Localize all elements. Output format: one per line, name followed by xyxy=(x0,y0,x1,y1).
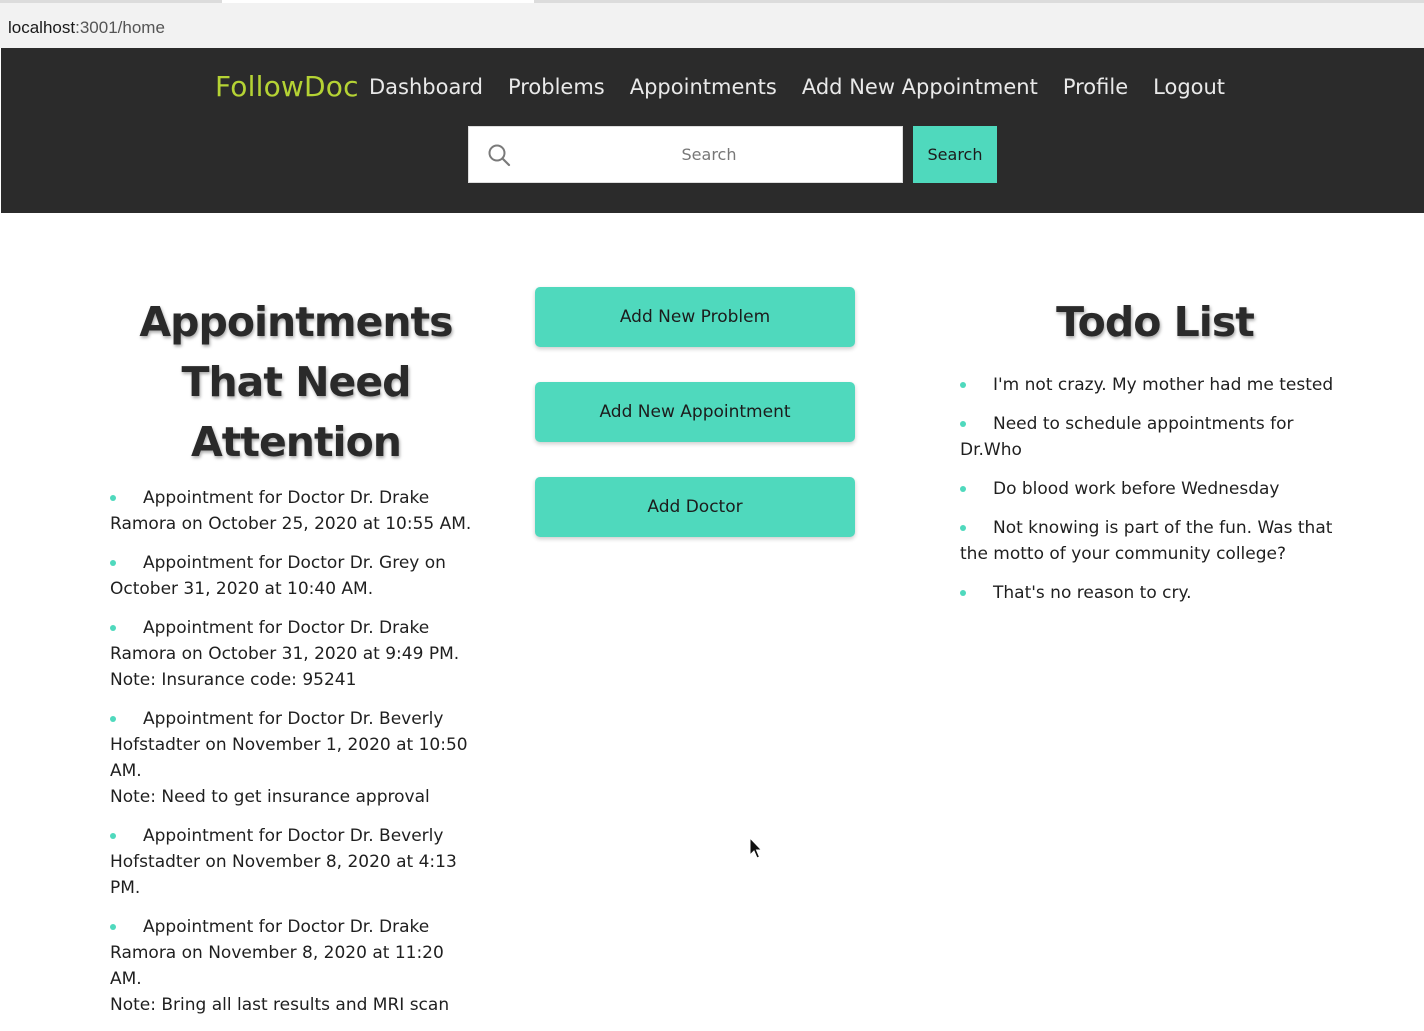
search-input[interactable] xyxy=(519,127,899,182)
todo-text: Not knowing is part of the fun. Was that… xyxy=(960,518,1333,564)
add-new-appointment-button[interactable]: Add New Appointment xyxy=(535,382,855,442)
attention-item: Appointment for Doctor Dr. Drake Ramora … xyxy=(110,485,480,537)
nav-link-add-new-appointment[interactable]: Add New Appointment xyxy=(802,75,1038,99)
attention-title: Appointments That Need Attention xyxy=(139,298,453,466)
url-text[interactable]: localhost:3001/home xyxy=(8,18,165,38)
todo-item: That's no reason to cry. xyxy=(960,580,1350,606)
appointment-text: Appointment for Doctor Dr. Drake Ramora … xyxy=(110,917,444,989)
todo-list: I'm not crazy. My mother had me tested N… xyxy=(960,372,1350,619)
attention-item: Appointment for Doctor Dr. Beverly Hofst… xyxy=(110,706,480,810)
search-box xyxy=(468,126,903,183)
nav-links: Dashboard Problems Appointments Add New … xyxy=(369,75,1250,99)
search-icon xyxy=(487,143,511,167)
bullet-dot xyxy=(110,833,116,839)
bullet-dot xyxy=(960,382,966,388)
nav-link-problems[interactable]: Problems xyxy=(508,75,605,99)
bullet-dot xyxy=(110,495,116,501)
search-button[interactable]: Search xyxy=(913,126,997,183)
url-path: :3001/home xyxy=(75,18,165,37)
nav-link-appointments[interactable]: Appointments xyxy=(630,75,777,99)
mouse-cursor-icon xyxy=(749,836,763,861)
attention-list: Appointment for Doctor Dr. Drake Ramora … xyxy=(110,485,480,1031)
bullet-dot xyxy=(110,560,116,566)
attention-item: Appointment for Doctor Dr. Beverly Hofst… xyxy=(110,823,480,901)
add-doctor-button[interactable]: Add Doctor xyxy=(535,477,855,537)
appointment-text: Appointment for Doctor Dr. Grey on Octob… xyxy=(110,553,446,599)
appointment-text: Appointment for Doctor Dr. Drake Ramora … xyxy=(110,488,472,534)
attention-item: Appointment for Doctor Dr. Drake Ramora … xyxy=(110,615,480,693)
appointment-note: Note: Need to get insurance approval xyxy=(110,787,430,807)
bullet-dot xyxy=(960,486,966,492)
add-new-problem-button[interactable]: Add New Problem xyxy=(535,287,855,347)
bullet-dot xyxy=(110,924,116,930)
nav-link-logout[interactable]: Logout xyxy=(1153,75,1225,99)
bullet-dot xyxy=(110,625,116,631)
appointment-note: Note: Insurance code: 95241 xyxy=(110,670,357,690)
appointment-text: Appointment for Doctor Dr. Drake Ramora … xyxy=(110,618,460,664)
bullet-dot xyxy=(960,421,966,427)
nav-link-dashboard[interactable]: Dashboard xyxy=(369,75,483,99)
appointment-text: Appointment for Doctor Dr. Beverly Hofst… xyxy=(110,826,457,898)
attention-item: Appointment for Doctor Dr. Grey on Octob… xyxy=(110,550,480,602)
url-host: localhost xyxy=(8,18,76,37)
todo-text: That's no reason to cry. xyxy=(993,583,1192,603)
todo-text: I'm not crazy. My mother had me tested xyxy=(993,375,1334,395)
todo-item: I'm not crazy. My mother had me tested xyxy=(960,372,1350,398)
appointment-text: Appointment for Doctor Dr. Beverly Hofst… xyxy=(110,709,468,781)
browser-address-bar[interactable]: localhost:3001/home xyxy=(0,0,1424,48)
todo-title: Todo List xyxy=(1056,298,1255,346)
todo-item: Need to schedule appointments for Dr.Who xyxy=(960,411,1350,463)
nav-link-profile[interactable]: Profile xyxy=(1063,75,1128,99)
todo-text: Need to schedule appointments for Dr.Who xyxy=(960,414,1294,460)
active-tab-indicator xyxy=(222,0,534,3)
bullet-dot xyxy=(110,716,116,722)
todo-item: Do blood work before Wednesday xyxy=(960,476,1350,502)
attention-item: Appointment for Doctor Dr. Drake Ramora … xyxy=(110,914,480,1018)
top-navbar: FollowDoc Dashboard Problems Appointment… xyxy=(1,48,1424,213)
bullet-dot xyxy=(960,590,966,596)
todo-text: Do blood work before Wednesday xyxy=(993,479,1280,499)
todo-item: Not knowing is part of the fun. Was that… xyxy=(960,515,1350,567)
brand-logo[interactable]: FollowDoc xyxy=(215,70,359,103)
bullet-dot xyxy=(960,525,966,531)
